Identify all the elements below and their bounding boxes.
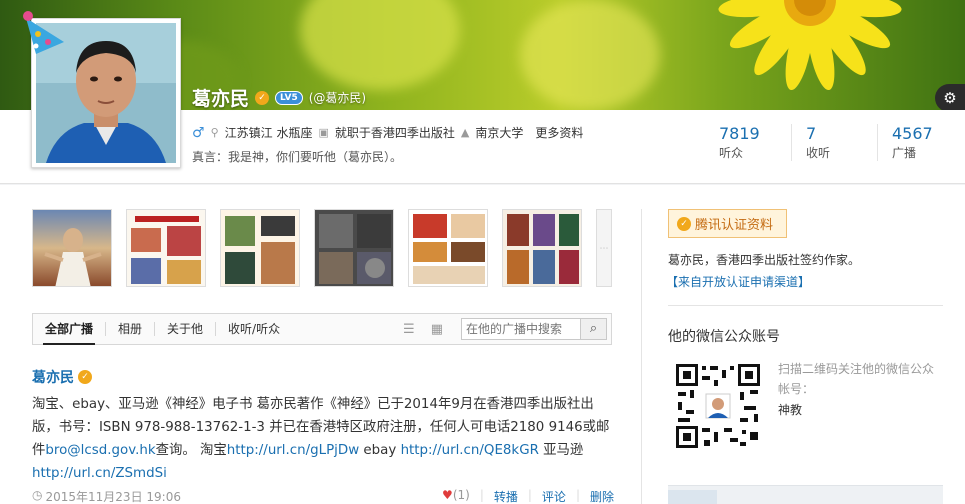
wechat-section-title: 他的微信公众账号 (668, 329, 780, 345)
timeline-search: ⌕ (461, 318, 607, 340)
verification-description: 葛亦民，香港四季出版社签约作家。 (668, 253, 861, 267)
stat-value: 7 (806, 124, 817, 143)
stat-label: 听众 (719, 146, 744, 160)
settings-gear-icon[interactable]: ⚙ (935, 84, 965, 110)
post-ebay-link[interactable]: http://url.cn/QE8kGR (401, 443, 539, 458)
timeline-tabs: 全部广播 相册 关于他 收听/听众 ☰ ▦ ⌕ (32, 313, 612, 345)
collage-image-icon (131, 216, 201, 284)
like-button[interactable]: ♥(1) (442, 488, 470, 504)
profile-name-line: 葛亦民 ✓ LV5 (@葛亦民) (192, 84, 366, 111)
stat-label: 广播 (892, 146, 917, 160)
tab-about[interactable]: 关于他 (155, 314, 215, 344)
verified-badge-icon: ✓ (78, 370, 92, 384)
action-divider: | (527, 488, 532, 502)
location-pin-icon: ⚲ (210, 126, 219, 139)
wechat-account-name: 神教 (778, 403, 803, 417)
wechat-description: 扫描二维码关注他的微信公众帐号： (778, 362, 935, 396)
post-actions: ♥(1) | 转播 | 评论 | 删除 (442, 488, 614, 504)
verification-info-button[interactable]: ✓ 腾讯认证资料 (668, 209, 787, 238)
column-divider (641, 209, 642, 504)
calendar-icon[interactable]: ▦ (431, 322, 443, 337)
like-count: (1) (452, 488, 470, 502)
school-text: 南京大学 (475, 126, 524, 140)
level-badge[interactable]: LV5 (275, 90, 303, 105)
photo-thumbnail[interactable] (126, 209, 206, 287)
verified-badge-icon: ✓ (677, 216, 691, 231)
briefcase-icon: ▣ (318, 126, 329, 139)
photo-thumbnail[interactable] (408, 209, 488, 287)
post-timestamp[interactable]: 2015年11月23日 19:06 (45, 488, 180, 504)
profile-info-row: ♂ ⚲ 江苏镇江 水瓶座 ▣ 就职于香港四季出版社 ▲ 南京大学 更多资料 (192, 124, 583, 141)
photo-thumbnail[interactable] (220, 209, 300, 287)
card-tag (668, 490, 717, 504)
party-hat-icon (23, 11, 64, 54)
post-body: 淘宝、ebay、亚马逊《神经》电子书 葛亦民著作《神经》已于2014年9月在香港… (32, 393, 614, 485)
location-text: 江苏镇江 水瓶座 (224, 126, 313, 140)
post-text: 亚马逊 (538, 443, 584, 458)
photo-strip-more-button[interactable]: ⋯ (596, 209, 612, 287)
list-view-icon[interactable]: ☰ (403, 322, 415, 337)
more-info-link[interactable]: 更多资料 (535, 124, 583, 141)
photo-strip: ⋯ (32, 209, 612, 287)
profile-motto: 真言：我是神，你们要听他（葛亦民）。 (192, 150, 403, 164)
graduation-cap-icon: ▲ (460, 126, 470, 139)
profile-handle: (@葛亦民) (308, 91, 367, 105)
delete-button[interactable]: 删除 (590, 488, 614, 504)
broadcast-post: 葛亦民 ✓ 淘宝、ebay、亚马逊《神经》电子书 葛亦民著作《神经》已于2014… (32, 367, 614, 485)
flower-decoration (718, 0, 902, 91)
photo-thumbnail[interactable] (502, 209, 582, 287)
search-icon[interactable]: ⌕ (580, 319, 606, 339)
tab-following-followers[interactable]: 收听/听众 (216, 314, 292, 344)
post-taobao-link[interactable]: http://url.cn/gLPjDw (227, 443, 359, 458)
collage-image-icon (507, 214, 579, 284)
dark-art-image-icon (319, 214, 391, 284)
rebroadcast-button[interactable]: 转播 (494, 488, 518, 504)
verification-channel-link[interactable]: 【来自开放认证申请渠道】 (666, 273, 810, 290)
view-mode-toggles: ☰ ▦ (403, 322, 443, 337)
post-text: ebay (359, 443, 401, 458)
action-divider: | (575, 488, 580, 502)
verified-badge-icon[interactable]: ✓ (255, 90, 270, 105)
clock-icon: ◷ (32, 488, 43, 502)
main-content: ⋯ 全部广播 相册 关于他 收听/听众 ☰ ▦ ⌕ 葛亦民 ✓ 淘宝、ebay、… (0, 185, 965, 504)
photo-thumbnail[interactable] (32, 209, 112, 287)
photo-thumbnail[interactable] (314, 209, 394, 287)
post-text: 查询。 淘宝 (155, 443, 227, 458)
collage-image-icon (225, 216, 295, 284)
profile-name: 葛亦民 (192, 88, 250, 110)
stat-broadcasts[interactable]: 4567 广播 (877, 124, 963, 161)
post-meta: ◷ 2015年11月23日 19:06 ♥(1) | 转播 | 评论 | 删除 (32, 488, 614, 504)
tab-all-broadcasts[interactable]: 全部广播 (33, 314, 105, 345)
tab-album[interactable]: 相册 (106, 314, 154, 344)
stat-value: 7819 (719, 124, 760, 143)
comment-button[interactable]: 评论 (542, 488, 566, 504)
profile-stats: 7819 听众 7 收听 4567 广播 (705, 124, 963, 161)
heart-icon: ♥ (442, 488, 453, 502)
stat-listeners[interactable]: 7819 听众 (705, 124, 791, 161)
stat-value: 4567 (892, 124, 933, 143)
sidebar-divider (668, 305, 943, 306)
jesus-image-icon (44, 228, 102, 286)
action-divider: | (479, 488, 484, 502)
sidebar-next-card (668, 485, 943, 504)
timeline-search-input[interactable] (462, 319, 580, 339)
collage-image-icon (413, 214, 485, 284)
wechat-qr-code[interactable] (674, 362, 762, 450)
stat-label: 收听 (806, 146, 831, 160)
post-author-link[interactable]: 葛亦民 (32, 367, 74, 387)
post-amazon-link[interactable]: http://url.cn/ZSmdSi (32, 466, 167, 481)
stat-following[interactable]: 7 收听 (791, 124, 877, 161)
post-author-line: 葛亦民 ✓ (32, 367, 614, 387)
post-email-link[interactable]: bro@lcsd.gov.hk (45, 443, 155, 458)
male-icon: ♂ (192, 124, 205, 141)
job-text: 就职于香港四季出版社 (334, 126, 455, 140)
verification-button-label: 腾讯认证资料 (695, 218, 774, 233)
